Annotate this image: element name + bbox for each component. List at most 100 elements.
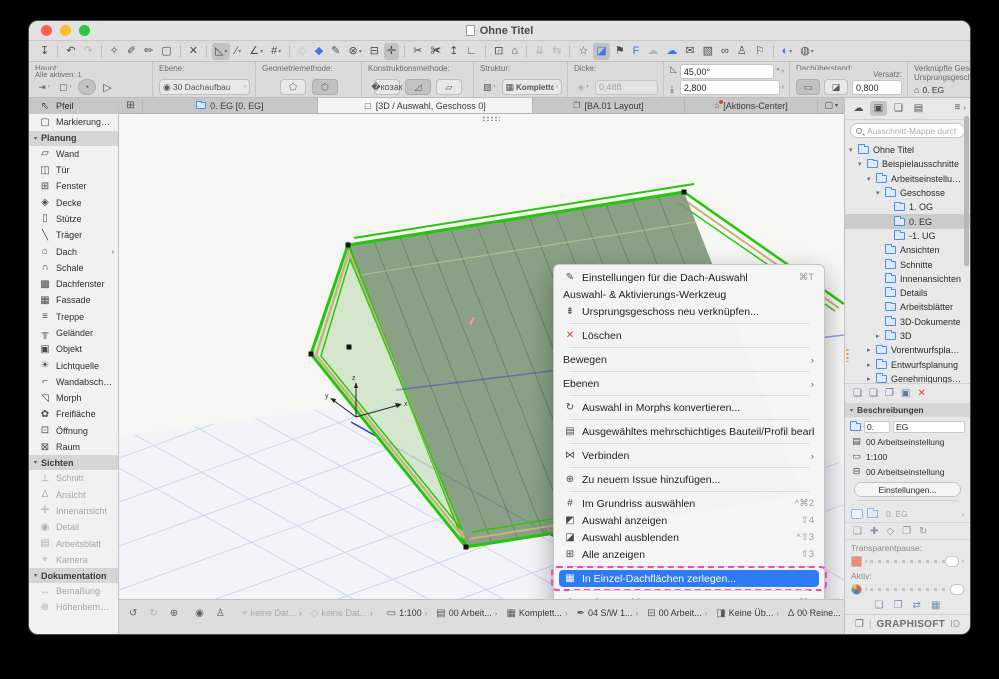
composite[interactable]: ▦ Komplett... › [502, 604, 571, 622]
arbeitsblatt[interactable]: ▤ Arbeitsblatt › [29, 535, 118, 551]
sep[interactable]: ▾ [569, 44, 571, 58]
minimize-button[interactable] [60, 25, 71, 36]
transparency-slider[interactable] [870, 555, 959, 567]
renovation-filter[interactable]: ∆ 00 Reine... › [784, 604, 844, 622]
oeffnung[interactable]: ⊡ Öffnung › [29, 423, 118, 439]
parameter-inject[interactable]: ✏ ▾ [141, 43, 156, 60]
search-input[interactable] [865, 124, 959, 137]
fassade[interactable]: ▦ Fassade › [29, 292, 118, 308]
root[interactable]: Ohne Titel [845, 143, 970, 157]
arbeitseinstellung[interactable]: Arbeitseinstellung [845, 172, 970, 186]
parameter-pickup[interactable]: ✐ ▾ [124, 43, 139, 60]
teamwork-receive[interactable]: ☁ ▾ [663, 43, 680, 60]
snap-guides[interactable]: ∕ ▾ [232, 43, 244, 60]
link-view[interactable]: ⇆ ▾ [549, 43, 564, 60]
publisher[interactable]: ▤ [910, 101, 927, 116]
layout-book[interactable]: ❏ [890, 101, 907, 116]
layers[interactable]: Ebenen › [559, 375, 819, 392]
pivot-height-input[interactable] [683, 82, 776, 93]
default-settings-button[interactable]: ⇥ › [35, 79, 53, 95]
texture-view[interactable]: ▦ [931, 600, 940, 611]
image[interactable]: ▧ ▾ [700, 43, 716, 60]
fenster[interactable]: ⊞ Fenster › [29, 178, 118, 194]
tag[interactable]: ⚐ ▾ [752, 43, 768, 60]
construction-dome-button[interactable]: ▱ [436, 79, 462, 95]
construction-multi-button[interactable]: �козак [371, 79, 403, 95]
rotate-mode-button[interactable]: ◔ [77, 79, 96, 95]
walk[interactable]: ♙ › [212, 604, 232, 622]
redo[interactable]: ↷ ▾ [80, 43, 95, 60]
og1[interactable]: 1. OG [845, 200, 970, 214]
active-slider[interactable] [870, 583, 964, 595]
delete-view[interactable]: ✕ [917, 388, 925, 399]
copy-view[interactable]: ❐ [894, 600, 903, 611]
entwurfsplanung[interactable]: Entwurfsplanung [845, 357, 970, 371]
save-view[interactable]: ▣ [901, 388, 910, 399]
view-name-field[interactable] [893, 420, 965, 433]
drei-d[interactable]: 3D [845, 329, 970, 343]
genehmigungsplanung[interactable]: Genehmigungsplan [845, 372, 970, 383]
tab-3d[interactable]: ▢ [3D / Auswahl, Geschoss 0] [317, 98, 534, 113]
bemassung[interactable]: ↔ Bemaßung › [29, 583, 118, 599]
dokumentation-header[interactable]: Dokumentation › [29, 568, 118, 584]
wandabschluss[interactable]: ⌐ Wandabschluss › [29, 374, 118, 390]
clone-folder[interactable]: ❏ [869, 388, 878, 399]
render-settings[interactable]: ◐ ▾ [779, 43, 796, 60]
raum[interactable]: ⊠ Raum › [29, 439, 118, 455]
arbeitsblaetter[interactable]: Arbeitsblätter [845, 300, 970, 314]
geometry-complex-button[interactable]: ⬡ [312, 79, 338, 95]
windows-icon[interactable]: ❐ [855, 619, 864, 630]
objekt[interactable]: ▣ Objekt › [29, 341, 118, 357]
dokumente-3d[interactable]: 3D-Dokumente [845, 315, 970, 329]
tab-list-dropdown[interactable]: ▢ ▾ [818, 98, 844, 113]
chevron-right-icon[interactable]: › [782, 84, 784, 91]
details[interactable]: Details [845, 286, 970, 300]
construction-single-button[interactable]: ◿ [405, 79, 431, 95]
lichtquelle[interactable]: ☀ Lichtquelle › [29, 357, 118, 373]
tab-floorplan[interactable]: 0. EG [0. EG] [143, 98, 318, 113]
hoehenbemassung[interactable]: ⊕ Höhenbemaß... › [29, 599, 118, 615]
sep[interactable]: › [569, 491, 809, 492]
ansicht[interactable]: ∆ Ansicht › [29, 487, 118, 503]
favorites-f[interactable]: F ▾ [630, 43, 643, 60]
nav-back[interactable]: ↺ › [125, 604, 144, 622]
binoculars[interactable]: ∞ ▾ [718, 43, 732, 60]
corner[interactable]: ∟ ▾ [463, 43, 480, 60]
relink-home-story[interactable]: ⇟ Ursprungsgeschoss neu verknüpfen... › [559, 303, 819, 320]
look[interactable]: ◉ › [191, 604, 211, 622]
sep[interactable]: ▾ [289, 44, 291, 58]
new-folder[interactable]: ❐ [885, 388, 894, 399]
beschreibungen-header[interactable]: Beschreibungen [845, 403, 970, 417]
copy-settings[interactable]: ❏ [853, 526, 862, 537]
new-viewpoint[interactable]: ❏ [853, 388, 862, 399]
walkthrough[interactable]: ♙ ▾ [734, 43, 750, 60]
viewport-3d[interactable]: z x y ⊞ ✎ Einstellungen für die Dach-Aus… [119, 114, 844, 599]
tab-action-center[interactable]: ⌂ [Aktions-Center] [685, 98, 819, 113]
move[interactable]: Bewegen › [559, 351, 819, 368]
view-settings[interactable]: ◍ ▾ [797, 43, 817, 60]
add-item[interactable]: ✚ [870, 526, 878, 537]
connect[interactable]: ⋈ Verbinden › [559, 447, 819, 464]
roof-pitch-input[interactable] [683, 66, 771, 77]
eg0[interactable]: 0. EG [845, 214, 970, 229]
selection-activation-tool[interactable]: Auswahl- & Aktivierungs-Werkzeug › [559, 286, 819, 303]
close-button[interactable] [41, 25, 52, 36]
ug1[interactable]: -1. UG [845, 229, 970, 243]
overhang-manual-button[interactable]: ◪ [824, 79, 848, 95]
chevron-right-icon[interactable]: › [962, 558, 964, 565]
disclosure-arrow-icon[interactable] [867, 375, 876, 383]
hide-selection[interactable]: ◪ Auswahl ausblenden › ^⇧3 [559, 529, 819, 546]
kamera[interactable]: ⌖ Kamera › [29, 552, 118, 568]
view-name-input[interactable] [896, 421, 962, 432]
disclosure-arrow-icon[interactable] [849, 146, 858, 154]
view-id-input[interactable] [867, 421, 887, 432]
schnitte[interactable]: Schnitte [845, 257, 970, 271]
freiflaeche[interactable]: ✿ Freifläche › [29, 406, 118, 422]
active-color-swatch[interactable] [851, 583, 862, 595]
zoom-button[interactable] [79, 25, 90, 36]
add-to-issue[interactable]: ⊕ Zu neuem Issue hinzufügen... › [559, 471, 819, 488]
scale[interactable]: ▭ 1:100 › [383, 604, 432, 622]
settings[interactable]: ✎ Einstellungen für die Dach-Auswahl › ⌘… [559, 269, 819, 286]
sep[interactable]: › [569, 467, 809, 468]
flag[interactable]: ⚑ ▾ [612, 43, 628, 60]
